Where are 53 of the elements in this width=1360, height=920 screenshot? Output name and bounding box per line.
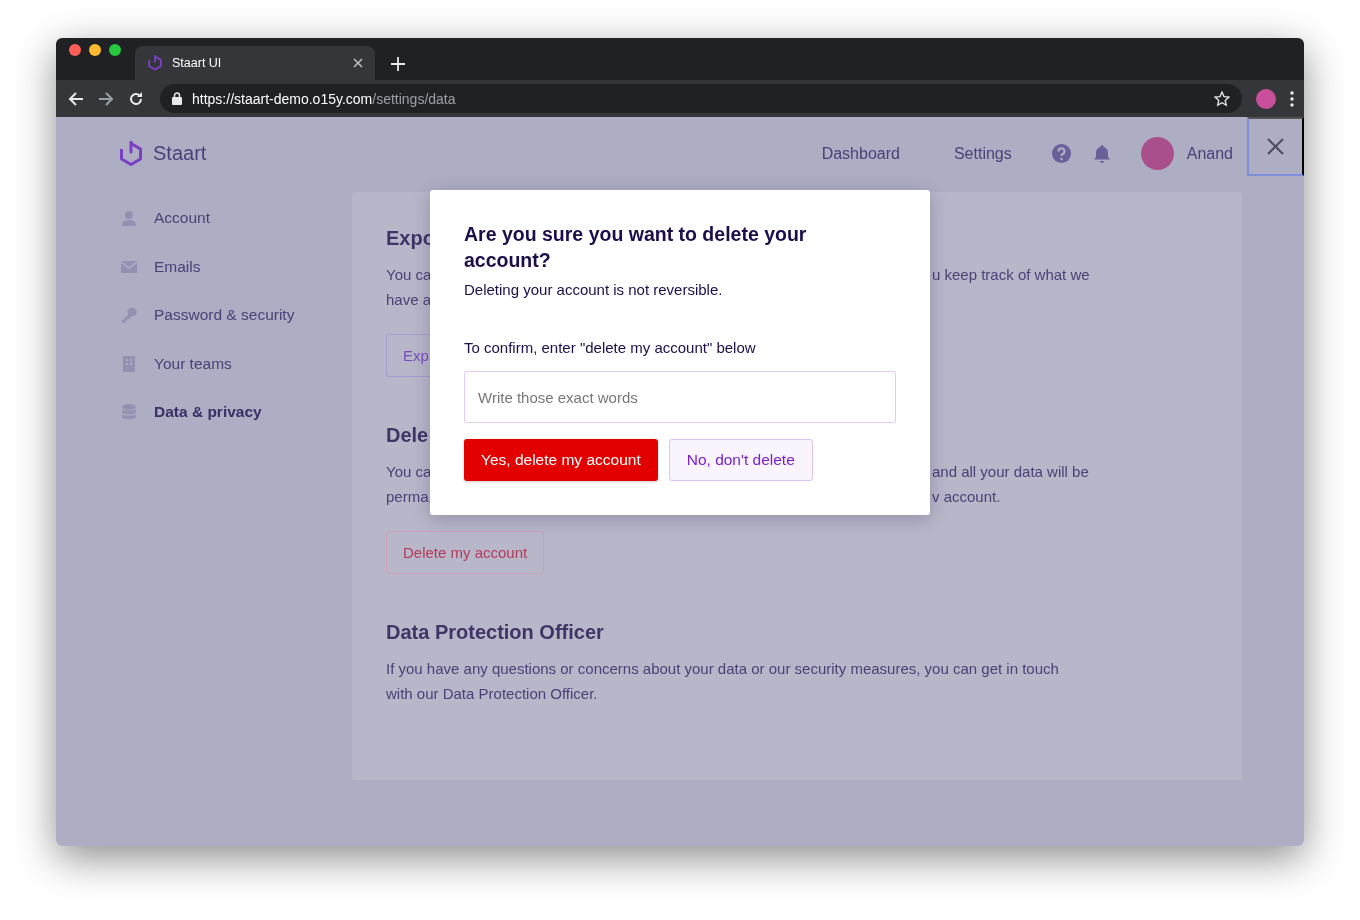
cancel-button[interactable]: No, don't delete xyxy=(668,439,813,481)
more-menu-icon[interactable] xyxy=(1290,90,1294,107)
help-icon[interactable] xyxy=(1051,144,1071,163)
power-logo-icon xyxy=(147,55,163,71)
body-text: and all your data will be xyxy=(932,462,1089,482)
body-text: You ca xyxy=(386,462,432,482)
section-heading: Data Protection Officer xyxy=(386,620,604,645)
body-text: u keep track of what we xyxy=(932,265,1090,285)
building-icon xyxy=(121,355,137,372)
confirm-input-field[interactable]: Write those exact words xyxy=(464,371,896,423)
close-button[interactable] xyxy=(1247,117,1304,176)
lock-icon xyxy=(172,92,182,105)
dialog-message: Deleting your account is not reversible. xyxy=(464,280,724,300)
nav-link[interactable]: Dashboard xyxy=(821,144,900,163)
address-bar[interactable]: https://staart-demo.o15y.com/settings/data xyxy=(160,84,1242,113)
close-icon xyxy=(1267,138,1284,155)
brand-name: Staart xyxy=(153,142,207,165)
body-text: have a xyxy=(386,290,432,310)
sidebar-item[interactable]: Emails xyxy=(118,242,352,291)
url-text: https://staart-demo.o15y.com/settings/data xyxy=(192,90,457,107)
sidebar-item[interactable]: Data & privacy xyxy=(118,388,352,437)
bell-icon[interactable] xyxy=(1092,144,1111,163)
key-icon xyxy=(121,307,137,324)
star-icon[interactable] xyxy=(1214,90,1230,107)
field-label: To confirm, enter "delete my account" below xyxy=(464,338,757,358)
body-text: If you have any questions or concerns about your data or our security measures, you can get in touch with our Data Protection Officer. xyxy=(386,659,1060,704)
reload-icon[interactable] xyxy=(128,90,144,107)
power-logo-icon xyxy=(118,140,144,167)
body-text: You ca xyxy=(386,265,432,285)
profile-avatar[interactable] xyxy=(1256,88,1276,109)
tab-title: Staart UI xyxy=(172,56,223,70)
sidebar-item[interactable]: Account xyxy=(118,194,352,243)
confirm-delete-button[interactable]: Yes, delete my account xyxy=(464,439,658,481)
window-control-button[interactable] xyxy=(89,44,101,56)
dialog-title: Are you sure you want to delete your account? xyxy=(464,222,808,273)
window-control-button[interactable] xyxy=(109,44,121,56)
back-arrow-icon[interactable] xyxy=(68,90,84,107)
forward-arrow-icon[interactable] xyxy=(98,90,114,107)
sidebar-item[interactable]: Password & security xyxy=(118,291,352,340)
plus-icon[interactable] xyxy=(391,57,405,71)
delete-account-button[interactable]: Delete my account xyxy=(386,531,545,574)
browser-tab[interactable]: Staart UI xyxy=(135,46,375,80)
close-icon[interactable] xyxy=(353,58,363,68)
database-icon xyxy=(121,404,137,421)
sidebar-item[interactable]: Your teams xyxy=(118,339,352,388)
window-control-button[interactable] xyxy=(69,44,81,56)
body-text: perma xyxy=(386,487,429,507)
envelope-icon xyxy=(121,258,137,275)
person-icon xyxy=(121,210,137,227)
user-name[interactable]: Anand xyxy=(1186,144,1233,163)
section-heading: Dele xyxy=(386,423,429,448)
nav-link[interactable]: Settings xyxy=(953,144,1012,163)
body-text: v account. xyxy=(932,487,1001,507)
